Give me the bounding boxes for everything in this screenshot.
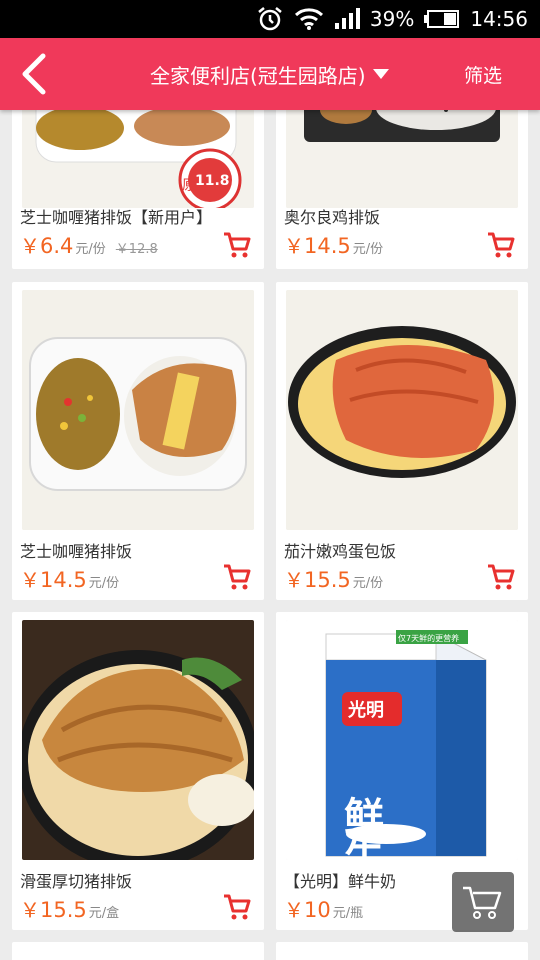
currency-symbol: ￥ xyxy=(20,568,40,592)
product-name: 芝士咖喱猪排饭 xyxy=(20,542,133,561)
price-row: ￥ 14.5 元/份 xyxy=(20,564,119,593)
original-price: ￥12.8 xyxy=(115,242,158,257)
price-unit: 元/份 xyxy=(75,242,106,257)
product-price: 14.5 xyxy=(304,234,351,258)
wifi-icon xyxy=(294,7,324,31)
product-price: 6.4 xyxy=(40,234,74,258)
clock: 14:56 xyxy=(470,7,528,31)
product-price: 10 xyxy=(304,898,331,922)
price-unit: 元/份 xyxy=(352,576,384,591)
carton-brand: 光明 xyxy=(347,699,384,721)
product-price: 15.5 xyxy=(40,898,87,922)
add-to-cart-button[interactable] xyxy=(486,230,516,260)
product-name: 【光明】鲜牛奶 xyxy=(284,872,397,891)
price-unit: 元/盒 xyxy=(88,906,120,921)
product-grid[interactable]: 原 11.8 芝士咖喱猪排饭【新用户】 ￥ 6.4 元/份 ￥12.8 奥尔良鸡… xyxy=(0,110,540,960)
carton-banner: 仅7天鲜的更营养 xyxy=(398,633,459,643)
product-image: 仅7天鲜的更营养 光明 鲜牛奶 xyxy=(286,620,518,860)
product-card[interactable] xyxy=(276,942,528,960)
currency-symbol: ￥ xyxy=(284,568,304,592)
add-to-cart-button[interactable] xyxy=(222,892,252,922)
price-row: ￥ 10 元/瓶 xyxy=(284,894,363,923)
filter-button[interactable]: 筛选 xyxy=(464,38,502,110)
app-header: 全家便利店(冠生园路店) 筛选 xyxy=(0,38,540,110)
currency-symbol: ￥ xyxy=(20,898,40,922)
battery-percent: 39% xyxy=(369,7,415,31)
product-price: 14.5 xyxy=(40,568,87,592)
store-title: 全家便利店(冠生园路店) xyxy=(150,63,366,88)
price-unit: 元/份 xyxy=(88,576,120,591)
product-card[interactable]: 芝士咖喱猪排饭 ￥ 14.5 元/份 xyxy=(12,282,264,600)
shopping-cart-button[interactable] xyxy=(452,872,514,932)
product-card[interactable]: 奥尔良鸡排饭 ￥ 14.5 元/份 xyxy=(276,110,528,269)
alarm-icon xyxy=(256,6,284,32)
product-name: 滑蛋厚切猪排饭 xyxy=(20,872,133,891)
product-name: 茄汁嫩鸡蛋包饭 xyxy=(284,542,397,561)
product-image xyxy=(22,620,254,860)
currency-symbol: ￥ xyxy=(284,234,304,258)
product-image xyxy=(286,110,518,208)
add-to-cart-button[interactable] xyxy=(222,230,252,260)
price-badge: 11.8 xyxy=(195,173,230,189)
status-bar: 39% 14:56 xyxy=(0,0,540,38)
product-price: 15.5 xyxy=(304,568,351,592)
product-name: 芝士咖喱猪排饭【新用户】 xyxy=(20,208,213,227)
product-image xyxy=(286,290,518,530)
product-image xyxy=(22,290,254,530)
price-unit: 元/份 xyxy=(352,242,384,257)
add-to-cart-button[interactable] xyxy=(486,562,516,592)
price-row: ￥ 15.5 元/份 xyxy=(284,564,383,593)
currency-symbol: ￥ xyxy=(20,234,40,258)
back-button[interactable] xyxy=(14,52,54,96)
product-card[interactable] xyxy=(12,942,264,960)
caret-down-icon xyxy=(372,69,389,79)
add-to-cart-button[interactable] xyxy=(222,562,252,592)
price-badge-prefix: 原 xyxy=(182,178,196,194)
shopping-cart-icon xyxy=(463,886,502,919)
product-name: 奥尔良鸡排饭 xyxy=(284,208,381,227)
price-row: ￥ 14.5 元/份 xyxy=(284,230,383,259)
product-card[interactable]: 原 11.8 芝士咖喱猪排饭【新用户】 ￥ 6.4 元/份 ￥12.8 xyxy=(12,110,264,269)
price-unit: 元/瓶 xyxy=(332,906,364,921)
back-arrow-icon xyxy=(22,53,46,95)
battery-icon xyxy=(424,9,460,29)
store-selector[interactable]: 全家便利店(冠生园路店) xyxy=(150,38,390,110)
price-row: ￥ 15.5 元/盒 xyxy=(20,894,119,923)
product-card[interactable]: 滑蛋厚切猪排饭 ￥ 15.5 元/盒 xyxy=(12,612,264,930)
currency-symbol: ￥ xyxy=(284,898,304,922)
product-card[interactable]: 茄汁嫩鸡蛋包饭 ￥ 15.5 元/份 xyxy=(276,282,528,600)
product-image: 原 11.8 xyxy=(22,110,254,208)
signal-icon xyxy=(334,8,360,30)
price-row: ￥ 6.4 元/份 ￥12.8 xyxy=(20,230,158,259)
